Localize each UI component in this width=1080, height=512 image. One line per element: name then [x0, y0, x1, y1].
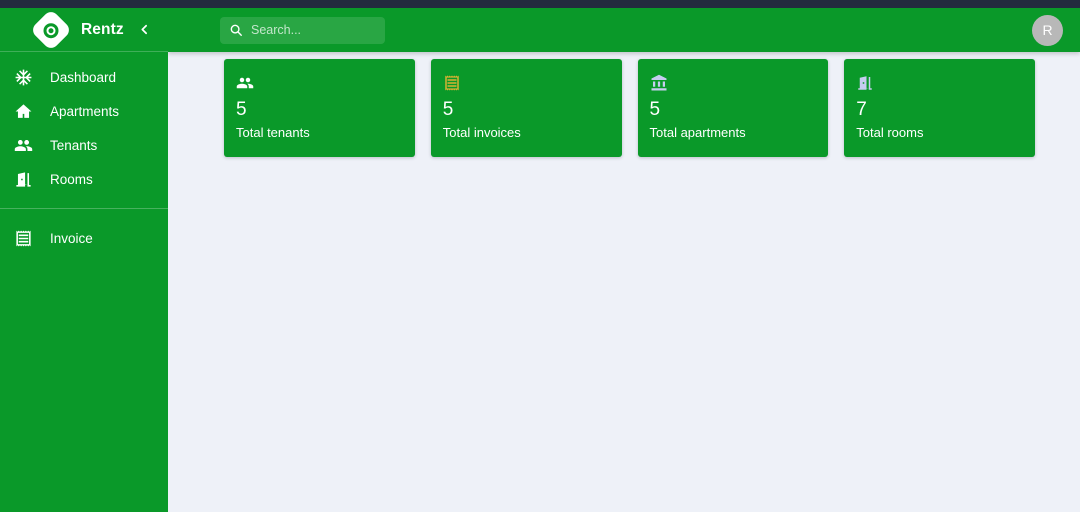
sidebar-brand: Rentz	[0, 8, 168, 52]
stat-card-label: Total tenants	[236, 125, 310, 140]
target-logo-icon	[29, 8, 73, 51]
sidebar-item-rooms[interactable]: Rooms	[0, 162, 168, 196]
door-icon	[856, 73, 1019, 93]
stat-card-label: Total apartments	[649, 125, 746, 140]
sidebar-item-label: Apartments	[50, 103, 120, 119]
receipt-icon	[8, 229, 38, 248]
sidebar-nav: Dashboard Apartments Tenants Rooms Invoi…	[0, 52, 168, 255]
snowflake-icon	[8, 68, 38, 87]
stat-cards: 5 Total tenants 5 Total invoices 5 Total…	[224, 59, 1035, 157]
people-icon	[236, 73, 399, 93]
search-input[interactable]	[251, 23, 369, 37]
home-icon	[8, 102, 38, 121]
app-root: Rentz Dashboard Apartments Tenants Rooms…	[0, 0, 1080, 512]
window-top-strip	[0, 0, 1080, 8]
stat-card-label: Total invoices	[442, 125, 521, 140]
stat-card-value: 5	[649, 99, 661, 120]
brand-name: Rentz	[81, 20, 124, 38]
top-header: R	[168, 8, 1080, 52]
stat-card-value: 5	[442, 99, 454, 120]
stat-card-label: Total rooms	[856, 125, 924, 140]
sidebar-item-label: Invoice	[50, 230, 93, 246]
chevron-left-icon[interactable]	[136, 21, 154, 39]
sidebar: Rentz Dashboard Apartments Tenants Rooms…	[0, 8, 168, 512]
main-content: 5 Total tenants 5 Total invoices 5 Total…	[168, 52, 1080, 512]
bank-icon	[650, 73, 813, 93]
people-icon	[8, 136, 38, 155]
sidebar-item-apartments[interactable]: Apartments	[0, 94, 168, 128]
stat-card-value: 5	[236, 99, 247, 120]
search-icon	[229, 23, 243, 37]
receipt-icon	[443, 73, 606, 93]
search-box[interactable]	[220, 16, 385, 44]
door-icon	[8, 170, 38, 189]
sidebar-item-label: Rooms	[50, 171, 93, 187]
stat-card-value: 7	[856, 99, 867, 120]
sidebar-item-tenants[interactable]: Tenants	[0, 128, 168, 162]
avatar[interactable]: R	[1032, 14, 1063, 46]
sidebar-item-dashboard[interactable]: Dashboard	[0, 60, 168, 94]
sidebar-item-label: Dashboard	[50, 69, 117, 85]
sidebar-divider	[0, 208, 168, 209]
sidebar-item-label: Tenants	[50, 137, 98, 153]
stat-card-total-apartments[interactable]: 5 Total apartments	[637, 59, 829, 157]
sidebar-item-invoice[interactable]: Invoice	[0, 221, 168, 255]
stat-card-total-rooms[interactable]: 7 Total rooms	[844, 59, 1035, 157]
stat-card-total-tenants[interactable]: 5 Total tenants	[224, 59, 415, 157]
stat-card-total-invoices[interactable]: 5 Total invoices	[430, 59, 622, 157]
